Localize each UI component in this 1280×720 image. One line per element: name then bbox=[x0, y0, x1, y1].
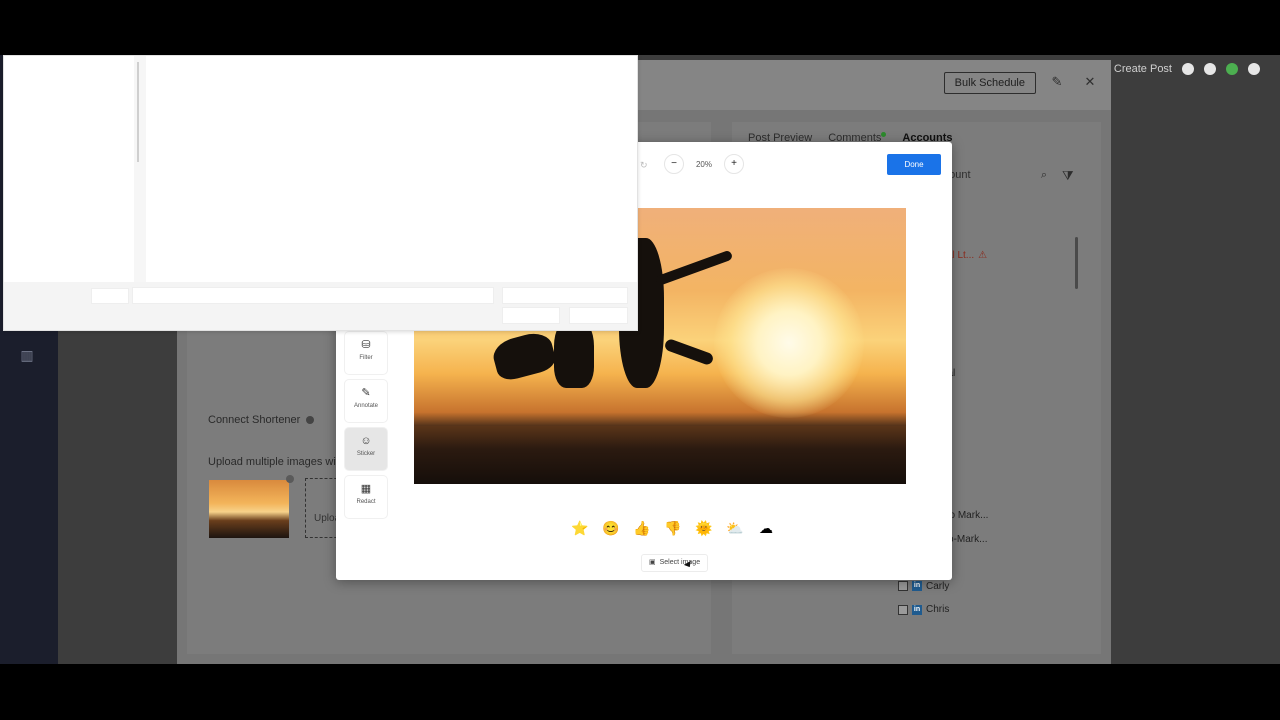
overlay-cancel-button[interactable] bbox=[569, 307, 628, 324]
upload-instructions: Upload multiple images with a bbox=[208, 456, 348, 468]
select-image-label: Select image bbox=[659, 559, 701, 566]
zoom-control: − 20% + bbox=[664, 154, 744, 174]
search-icon: ⌕ bbox=[1040, 169, 1047, 181]
sticker-thumbs-down-icon[interactable]: 👎 bbox=[663, 518, 683, 538]
warning-icon: ⚠ bbox=[978, 250, 988, 262]
sticker-picker: ⭐ 😊 👍 👎 🌞 ⛅ ☁ bbox=[570, 518, 776, 538]
account-item[interactable]: in Chris bbox=[898, 598, 1078, 622]
zoom-out-button[interactable]: − bbox=[664, 154, 684, 174]
gear-icon[interactable] bbox=[1204, 63, 1216, 75]
overlay-filetype-select[interactable] bbox=[502, 287, 628, 304]
redact-icon: ▦ bbox=[360, 483, 372, 495]
library-icon[interactable]: ▥ bbox=[18, 347, 36, 365]
tool-redact[interactable]: ▦ Redact bbox=[345, 476, 387, 518]
bulk-schedule-button[interactable]: Bulk Schedule bbox=[943, 72, 1036, 94]
close-icon[interactable]: ✕ bbox=[1083, 75, 1097, 89]
blank-overlay-window bbox=[3, 55, 638, 331]
overlay-scrollbar[interactable] bbox=[137, 62, 139, 162]
zoom-in-button[interactable]: + bbox=[724, 154, 744, 174]
comments-status-dot bbox=[881, 132, 887, 137]
overlay-sidebar-divider bbox=[134, 56, 146, 282]
sticker-smile-icon[interactable]: 😊 bbox=[601, 518, 621, 538]
tool-filter[interactable]: ⛁ Filter bbox=[345, 332, 387, 374]
account-checkbox[interactable] bbox=[898, 581, 908, 592]
overlay-open-button[interactable] bbox=[502, 307, 560, 324]
account-checkbox[interactable] bbox=[898, 604, 908, 615]
create-post-link[interactable]: Create Post bbox=[1114, 63, 1172, 75]
sticker-cloud-sun-icon[interactable]: ⛅ bbox=[725, 518, 745, 538]
user-icon[interactable] bbox=[1248, 63, 1260, 75]
tool-sticker[interactable]: ☺ Sticker bbox=[345, 428, 387, 470]
edit-icon[interactable]: ✎ bbox=[1050, 75, 1064, 89]
sea-horizon bbox=[414, 426, 906, 484]
overlay-filename-input[interactable] bbox=[132, 287, 494, 304]
image-thumbnail[interactable] bbox=[209, 480, 289, 538]
linkedin-icon: in bbox=[912, 581, 922, 592]
sticker-sun-icon[interactable]: 🌞 bbox=[694, 518, 714, 538]
connect-shortener[interactable]: Connect Shortener bbox=[208, 414, 315, 426]
editor-toolbar: ⛁ Filter ✎ Annotate ☺ Sticker ▦ Redact bbox=[345, 332, 389, 524]
annotate-icon: ✎ bbox=[361, 387, 371, 399]
filter-icon[interactable]: ⧩ bbox=[1062, 168, 1074, 184]
zoom-value: 20% bbox=[695, 159, 712, 169]
connect-shortener-label: Connect Shortener bbox=[208, 414, 301, 426]
tool-label: Annotate bbox=[353, 403, 379, 409]
image-icon: ▣ bbox=[649, 559, 656, 566]
topbar-actions: Create Post bbox=[1114, 63, 1260, 75]
bug-icon[interactable] bbox=[1226, 63, 1238, 75]
overlay-footer bbox=[4, 282, 637, 330]
sticker-icon: ☺ bbox=[360, 435, 372, 447]
tool-label: Filter bbox=[359, 355, 373, 361]
jumper-arm bbox=[654, 249, 734, 287]
sticker-star-icon[interactable]: ⭐ bbox=[570, 518, 590, 538]
account-list-scrollbar[interactable] bbox=[1075, 237, 1078, 289]
select-image-button[interactable]: ▣ Select image bbox=[641, 554, 709, 572]
account-name: Chris bbox=[926, 604, 950, 616]
filter-icon: ⛁ bbox=[361, 339, 371, 351]
play-icon[interactable] bbox=[1182, 63, 1194, 75]
jumper-silhouette-left bbox=[489, 328, 559, 384]
tool-label: Sticker bbox=[356, 451, 376, 457]
sticker-thumbs-up-icon[interactable]: 👍 bbox=[632, 518, 652, 538]
account-name: Carly bbox=[926, 580, 950, 592]
jumper-leg bbox=[663, 337, 715, 367]
remove-icon[interactable] bbox=[306, 416, 315, 424]
done-button[interactable]: Done bbox=[887, 154, 941, 175]
tool-annotate[interactable]: ✎ Annotate bbox=[345, 380, 387, 422]
overlay-footer-label bbox=[91, 288, 129, 304]
remove-thumbnail-icon[interactable] bbox=[286, 475, 294, 483]
sticker-cloud-icon[interactable]: ☁ bbox=[756, 518, 776, 538]
redo-icon[interactable]: ↻ bbox=[640, 160, 648, 171]
sun-glow bbox=[714, 268, 864, 418]
linkedin-icon: in bbox=[912, 604, 922, 615]
tool-label: Redact bbox=[356, 499, 376, 505]
